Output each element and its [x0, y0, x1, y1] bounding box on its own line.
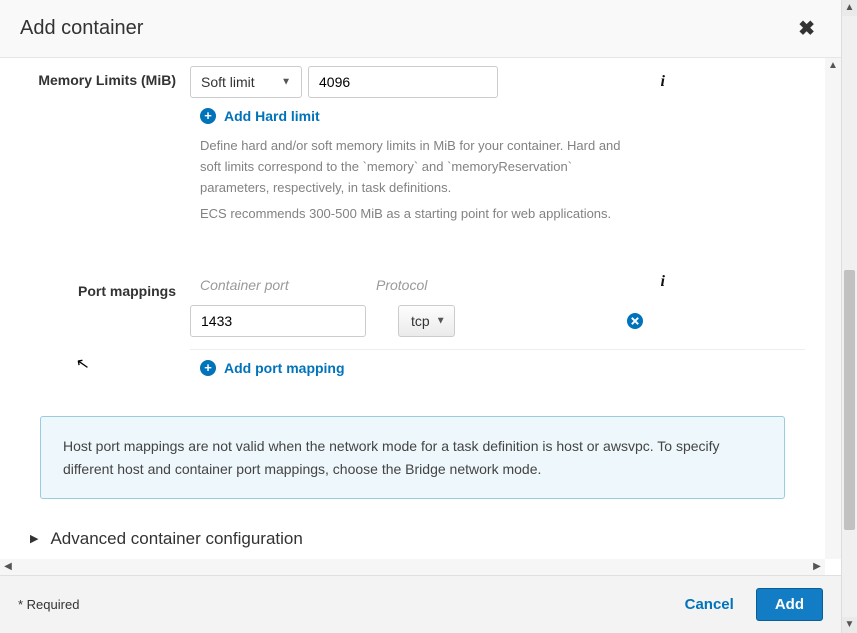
add-hard-limit-link[interactable]: + Add Hard limit: [190, 98, 320, 130]
port-mappings-row: Port mappings Container port Protocol i: [0, 273, 825, 386]
scroll-up-icon[interactable]: ▲: [842, 0, 857, 16]
memory-value-input[interactable]: [308, 66, 498, 98]
scroll-down-icon[interactable]: ▼: [842, 617, 857, 633]
modal-footer: * Required Cancel Add: [0, 575, 841, 633]
protocol-value: tcp: [411, 313, 430, 329]
modal-body-wrap: Memory Limits (MiB) Soft limit ▼ i + Add…: [0, 58, 841, 575]
port-mappings-content: Container port Protocol i tcp ▼: [190, 277, 805, 382]
modal-body: Memory Limits (MiB) Soft limit ▼ i + Add…: [0, 58, 825, 559]
footer-buttons: Cancel Add: [677, 588, 823, 621]
memory-limits-row: Memory Limits (MiB) Soft limit ▼ i + Add…: [0, 62, 825, 235]
chevron-down-icon: ▼: [436, 316, 446, 327]
info-icon[interactable]: i: [661, 73, 665, 91]
scroll-thumb[interactable]: [844, 270, 855, 530]
port-mapping-row: tcp ▼: [190, 299, 805, 350]
inner-horizontal-scrollbar[interactable]: ◀ ▶: [0, 559, 825, 575]
add-port-mapping-label: Add port mapping: [224, 360, 345, 376]
remove-port-mapping-icon[interactable]: [627, 313, 643, 329]
memory-limit-type-select[interactable]: Soft limit ▼: [190, 66, 302, 98]
add-hard-limit-label: Add Hard limit: [224, 108, 320, 124]
port-header-line: Container port Protocol i: [190, 277, 805, 299]
plus-circle-icon: +: [200, 108, 216, 124]
advanced-config-accordion[interactable]: ▶ Advanced container configuration: [0, 517, 825, 559]
info-icon[interactable]: i: [661, 273, 665, 291]
memory-limit-type-value: Soft limit: [201, 74, 255, 90]
memory-help-text-2: ECS recommends 300-500 MiB as a starting…: [190, 204, 805, 231]
memory-limits-label: Memory Limits (MiB): [0, 66, 190, 231]
add-port-mapping-link[interactable]: + Add port mapping: [190, 350, 345, 382]
memory-controls: Soft limit ▼ i: [190, 66, 805, 98]
chevron-down-icon: ▼: [281, 77, 291, 88]
memory-limits-content: Soft limit ▼ i + Add Hard limit Define h…: [190, 66, 805, 231]
scroll-left-icon[interactable]: ◀: [0, 559, 16, 575]
scroll-up-icon[interactable]: ▲: [825, 58, 841, 74]
host-port-notice: Host port mappings are not valid when th…: [40, 416, 785, 499]
add-button[interactable]: Add: [756, 588, 823, 621]
add-container-modal: Add container ✖ Memory Limits (MiB) Soft…: [0, 0, 841, 633]
scroll-right-icon[interactable]: ▶: [809, 559, 825, 575]
modal-header: Add container ✖: [0, 0, 841, 58]
outer-vertical-scrollbar[interactable]: ▲ ▼: [841, 0, 857, 633]
container-port-input[interactable]: [190, 305, 366, 337]
caret-right-icon: ▶: [30, 532, 38, 545]
memory-help-text-1: Define hard and/or soft memory limits in…: [190, 130, 805, 204]
inner-vertical-scrollbar[interactable]: ▲: [825, 58, 841, 559]
modal-title: Add container: [20, 17, 143, 40]
cancel-button[interactable]: Cancel: [677, 590, 742, 619]
col-header-container-port: Container port: [190, 277, 370, 293]
advanced-config-label: Advanced container configuration: [50, 529, 302, 549]
port-mappings-label: Port mappings: [0, 277, 190, 382]
col-header-protocol: Protocol: [376, 277, 576, 293]
protocol-select[interactable]: tcp ▼: [398, 305, 455, 337]
close-icon[interactable]: ✖: [792, 14, 821, 43]
plus-circle-icon: +: [200, 360, 216, 376]
required-note: * Required: [18, 597, 79, 612]
